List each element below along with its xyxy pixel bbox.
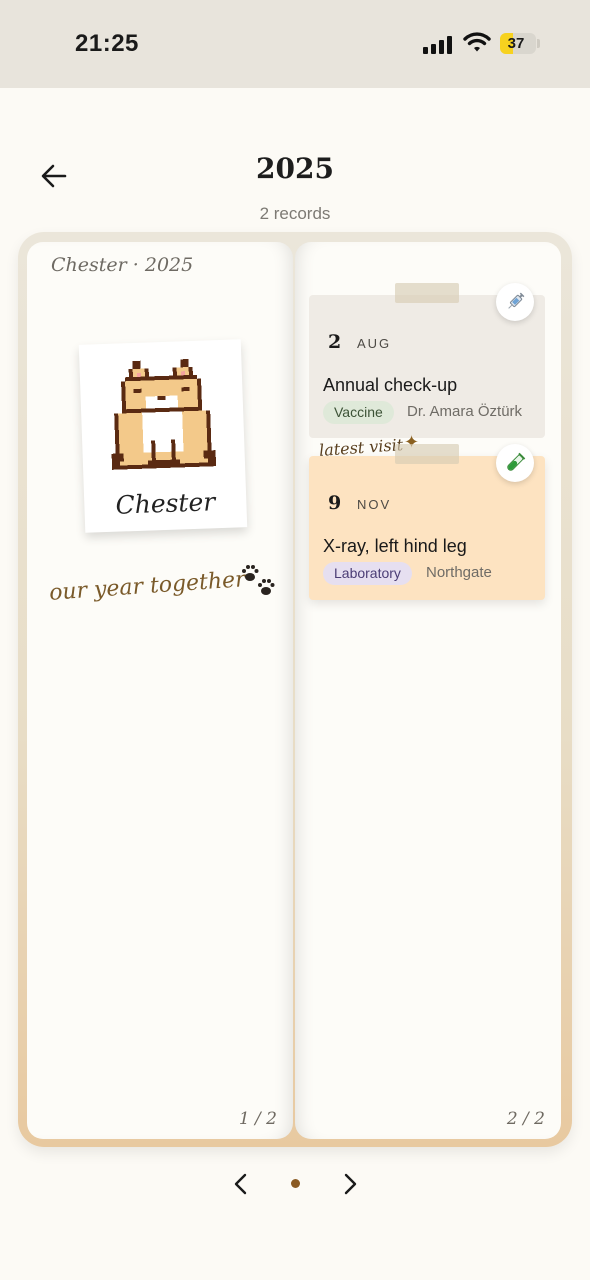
page-header: Chester · 2025 (51, 254, 194, 276)
record-title: Annual check-up (323, 375, 458, 395)
record-day: 9 (328, 492, 342, 514)
record-month: NOV (357, 497, 392, 512)
record-card[interactable]: 9 NOV X-ray, left hind leg Laboratory No… (309, 444, 545, 600)
category-badge: Vaccine (323, 401, 394, 424)
record-title: X-ray, left hind leg (323, 536, 467, 556)
record-day: 2 (328, 331, 342, 353)
status-time: 21:25 (75, 30, 139, 57)
battery-indicator: 37 (500, 33, 536, 54)
records-count: 2 records (259, 204, 331, 223)
battery-percent: 37 (507, 35, 525, 52)
wifi-icon (463, 32, 491, 52)
page-title: 2025 (256, 152, 334, 185)
syringe-icon (496, 283, 534, 321)
category-badge: Laboratory (323, 562, 412, 585)
page-number: 1 / 2 (238, 1109, 277, 1129)
record-month: AUG (357, 336, 392, 351)
page-number: 2 / 2 (506, 1109, 545, 1129)
record-card[interactable]: 2 AUG Annual check-up Vaccine Dr. Amara … (309, 283, 545, 438)
photo-caption: Chester (115, 487, 216, 520)
record-provider: Dr. Amara Öztürk (407, 403, 523, 420)
right-page[interactable]: 2 AUG Annual check-up Vaccine Dr. Amara … (295, 242, 561, 1139)
chevron-left-icon[interactable] (229, 1171, 253, 1197)
status-bar: 21:25 37 (0, 0, 590, 88)
tape-strip (395, 283, 459, 303)
battery-tip (537, 39, 540, 48)
test-tube-icon (496, 444, 534, 482)
signal-icon (423, 34, 453, 54)
tape-strip (395, 444, 459, 464)
journal-book: Chester · 2025 Chester our year together… (18, 232, 572, 1147)
record-provider: Northgate (426, 564, 492, 581)
pet-photo: Chester (78, 339, 248, 533)
chevron-right-icon[interactable] (338, 1171, 362, 1197)
paw-prints-icon (242, 565, 275, 595)
page-indicator-dot (291, 1179, 300, 1188)
tagline: our year together (48, 567, 247, 606)
cat-pixel-art-icon (111, 359, 217, 470)
left-page[interactable]: Chester · 2025 Chester our year together… (27, 242, 293, 1139)
